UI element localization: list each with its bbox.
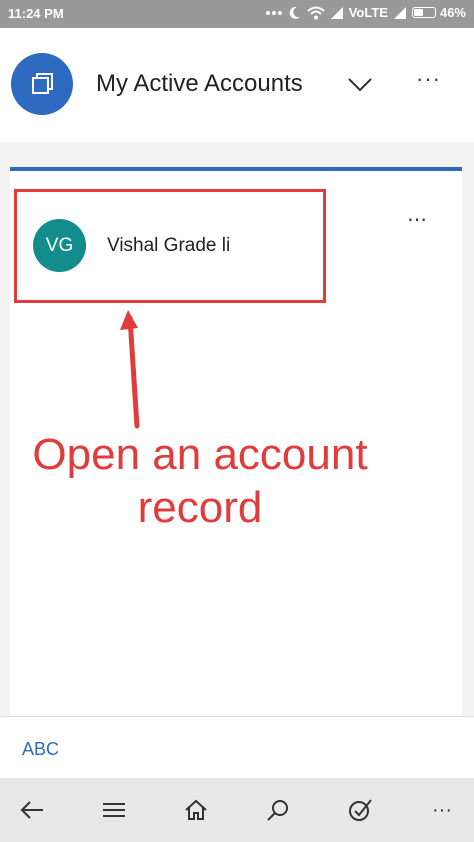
battery: 46% [411,5,466,20]
app-header: My Active Accounts ··· [0,28,474,142]
network-type: VoLTE [348,5,388,20]
record-more-button[interactable]: ⋯ [407,207,427,232]
wifi-icon [307,6,325,19]
status-bar: 11:24 PM VoLTE 46% [0,0,474,28]
annotation-line-2: record [137,483,263,532]
activity-icon[interactable] [344,794,376,826]
signal-bars-icon [393,6,406,19]
avatar[interactable]: VG [33,219,86,272]
record-name[interactable]: Vishal Grade li [107,235,230,257]
home-icon[interactable] [180,794,212,826]
header-more-button[interactable]: ··· [416,66,441,92]
moon-icon [289,6,300,19]
annotation-arrow [120,310,140,429]
nav-more-button[interactable]: ··· [426,794,458,826]
alpha-nav-bar: ABC [0,716,474,778]
chevron-down-icon[interactable] [346,76,374,94]
page-title[interactable]: My Active Accounts [96,70,303,98]
battery-icon [411,7,436,18]
status-time: 11:24 PM [8,6,64,21]
dots-icon [265,10,282,15]
menu-icon[interactable] [98,794,130,826]
battery-percent: 46% [439,5,466,20]
annotation-text: Open an account record [30,428,370,534]
bottom-nav: ··· [0,778,474,842]
search-icon[interactable] [262,794,294,826]
status-icons: VoLTE 46% [265,5,466,20]
signal-icon [330,6,343,19]
back-arrow-icon[interactable] [16,794,48,826]
alpha-nav-label[interactable]: ABC [22,739,59,760]
battery-fill [413,9,423,16]
records-icon[interactable] [11,53,73,115]
annotation-line-1: Open an account [32,430,368,479]
